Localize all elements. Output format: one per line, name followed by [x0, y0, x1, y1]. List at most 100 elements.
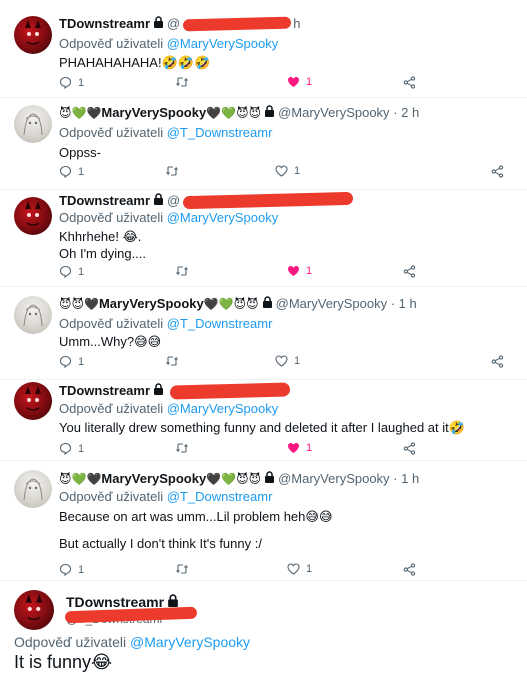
reply-mention[interactable]: @MaryVerySpooky [167, 210, 278, 225]
share-button[interactable] [491, 165, 504, 178]
retweet-button[interactable] [175, 265, 189, 277]
like-count: 1 [294, 355, 301, 367]
heart-outline-icon [275, 165, 288, 177]
share-button[interactable] [403, 442, 416, 455]
retweet-button[interactable] [175, 76, 189, 88]
reply-count: 1 [78, 563, 85, 576]
share-button[interactable] [403, 76, 416, 89]
author-name[interactable]: MaryVerySpooky [99, 296, 204, 311]
tweet-text-line: Oppss- [59, 145, 101, 160]
reply-prefix: Odpověď uživateli [59, 36, 164, 51]
reply-button[interactable]: 1 [59, 165, 84, 178]
reply-mention[interactable]: @MaryVerySpooky [167, 36, 278, 51]
retweet-button[interactable] [175, 442, 189, 454]
tweet-actions: 1 1 [59, 355, 509, 369]
author-name[interactable]: MaryVerySpooky [101, 105, 206, 120]
tweet-header: 😈💚🖤 MaryVerySpooky 🖤💚😈😈 @MaryVerySpooky … [59, 471, 419, 486]
author-name[interactable]: MaryVerySpooky [101, 471, 206, 486]
retweet-button[interactable] [165, 165, 179, 177]
tweet-text: Umm...Why?😅😅 [59, 333, 161, 350]
author-handle[interactable]: @MaryVerySpooky · 2 h [278, 105, 419, 120]
reply-mention[interactable]: @T_Downstreamr [167, 316, 273, 331]
reply-count: 1 [78, 442, 85, 455]
tweet[interactable]: TDownstreamr Odpověď uživateli @MaryVery… [0, 379, 527, 460]
redaction-mark [183, 16, 292, 31]
share-icon [491, 355, 504, 368]
author-name[interactable]: TDownstreamr [59, 16, 150, 31]
reply-count: 1 [78, 265, 85, 278]
reply-mention[interactable]: @T_Downstreamr [167, 125, 273, 140]
retweet-button[interactable] [175, 563, 189, 575]
reply-button[interactable]: 1 [59, 76, 84, 89]
heart-outline-icon [275, 355, 288, 367]
share-button[interactable] [491, 355, 504, 368]
tweet[interactable]: 😈💚🖤 MaryVerySpooky 🖤💚😈😈 @MaryVerySpooky … [0, 97, 527, 189]
like-button[interactable]: 1 [275, 355, 300, 367]
reply-prefix: Odpověď uživateli [59, 316, 164, 331]
avatar[interactable] [14, 105, 52, 143]
tweet-text-line: Oh I'm dying.... [59, 246, 147, 261]
reply-prefix: Odpověď uživateli [59, 489, 164, 504]
like-button[interactable]: 1 [275, 165, 300, 177]
tweet-text: Oppss- [59, 144, 101, 161]
name-emoji-suffix: 🖤💚😈😈 [206, 105, 262, 120]
reply-context: Odpověď uživateli @T_Downstreamr [59, 489, 272, 504]
author-handle[interactable]: @ [167, 193, 180, 208]
author-handle[interactable]: @MaryVerySpooky · 1 h [276, 296, 417, 311]
tweet[interactable]: TDownstreamr @ h Odpověď uživateli @Mary… [0, 0, 527, 97]
main-handle[interactable]: @T_Downstreamr [64, 606, 198, 626]
retweet-icon [175, 76, 189, 88]
reply-prefix: Odpověď uživateli [59, 401, 164, 416]
tweet-text: Khhrhehe! 😂. Oh I'm dying.... [59, 228, 146, 262]
reply-context: Odpověď uživateli @MaryVerySpooky [59, 36, 278, 51]
author-handle[interactable]: @ [167, 16, 180, 31]
reply-count: 1 [78, 165, 85, 178]
author-handle[interactable]: @MaryVerySpooky · 1 h [278, 471, 419, 486]
reply-icon [59, 355, 72, 368]
reply-mention[interactable]: @T_Downstreamr [167, 489, 273, 504]
tweet-time[interactable]: h [293, 16, 300, 31]
tweet-actions: 1 1 [59, 165, 509, 179]
reply-button[interactable]: 1 [59, 442, 84, 455]
author-name[interactable]: TDownstreamr [59, 383, 150, 398]
tweet-text: You literally drew something funny and d… [59, 419, 465, 436]
tweet-thread: TDownstreamr @ h Odpověď uživateli @Mary… [0, 0, 527, 680]
like-button[interactable]: 1 [287, 563, 312, 575]
avatar[interactable] [14, 296, 52, 334]
reply-mention[interactable]: @MaryVerySpooky [130, 634, 250, 650]
reply-button[interactable]: 1 [59, 355, 84, 368]
reply-button[interactable]: 1 [59, 563, 84, 576]
reply-prefix: Odpověď uživateli [59, 125, 164, 140]
like-button[interactable]: 1 [287, 265, 312, 277]
lock-icon [153, 16, 164, 31]
reply-context: Odpověď uživateli @T_Downstreamr [59, 316, 272, 331]
tweet[interactable]: TDownstreamr @ Odpověď uživateli @MaryVe… [0, 189, 527, 286]
like-button[interactable]: 1 [287, 76, 312, 88]
avatar[interactable] [14, 382, 52, 420]
author-name[interactable]: TDownstreamr [59, 193, 150, 208]
reply-icon [59, 265, 72, 278]
share-button[interactable] [403, 563, 416, 576]
tweet-text-line: PHAHAHAHAHA!🤣🤣🤣 [59, 55, 211, 70]
retweet-icon [175, 265, 189, 277]
retweet-button[interactable] [165, 355, 179, 367]
share-icon [403, 563, 416, 576]
reply-button[interactable]: 1 [59, 265, 84, 278]
redaction-mark [183, 191, 354, 210]
reply-mention[interactable]: @MaryVerySpooky [167, 401, 278, 416]
main-avatar[interactable] [14, 590, 54, 630]
tweet-header: 😈😈🖤 MaryVerySpooky 🖤💚😈😈 @MaryVerySpooky … [59, 296, 417, 311]
like-button[interactable]: 1 [287, 442, 312, 454]
reply-context: Odpověď uživateli @MaryVerySpooky [59, 210, 278, 225]
tweet[interactable]: 😈😈🖤 MaryVerySpooky 🖤💚😈😈 @MaryVerySpooky … [0, 286, 527, 379]
name-emoji-prefix: 😈😈🖤 [59, 296, 99, 311]
tweet-header: 😈💚🖤 MaryVerySpooky 🖤💚😈😈 @MaryVerySpooky … [59, 105, 419, 120]
avatar[interactable] [14, 197, 52, 235]
share-button[interactable] [403, 265, 416, 278]
reply-context: Odpověď uživateli @T_Downstreamr [59, 125, 272, 140]
avatar[interactable] [14, 16, 52, 54]
avatar[interactable] [14, 470, 52, 508]
tweet[interactable]: 😈💚🖤 MaryVerySpooky 🖤💚😈😈 @MaryVerySpooky … [0, 460, 527, 580]
share-icon [403, 76, 416, 89]
retweet-icon [175, 563, 189, 575]
